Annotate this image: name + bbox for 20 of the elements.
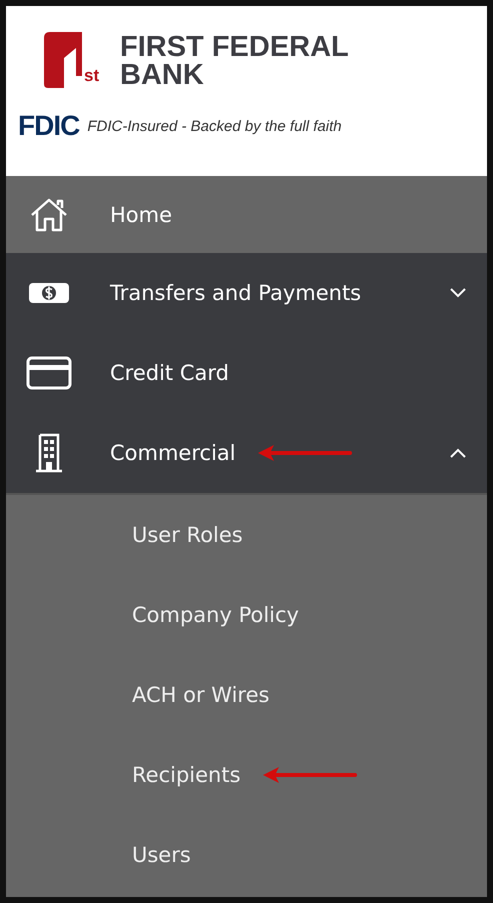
cash-icon xyxy=(27,280,71,306)
home-icon xyxy=(29,196,69,232)
nav-item[interactable]: Commercial xyxy=(6,413,487,493)
submenu-item[interactable]: Recipients xyxy=(132,763,241,787)
nav-label: Home xyxy=(110,202,172,226)
fdic-tagline: FDIC-Insured - Backed by the full faith xyxy=(87,118,342,134)
submenu-item[interactable]: Company Policy xyxy=(132,603,299,627)
nav-label: Transfers and Payments xyxy=(110,281,362,305)
bank-name: BANK xyxy=(120,61,205,89)
fdic-logo: FDIC xyxy=(18,110,80,142)
submenu-item[interactable]: Users xyxy=(132,843,191,867)
nav-item[interactable]: Transfers and Payments xyxy=(6,253,487,333)
credit-card-icon xyxy=(26,356,72,390)
submenu-item[interactable]: ACH or Wires xyxy=(132,683,270,707)
building-icon xyxy=(34,433,64,473)
nav-label: Commercial xyxy=(110,441,236,465)
nav-item[interactable]: Credit Card xyxy=(6,333,487,413)
bank-name: FIRST FEDERAL xyxy=(120,33,349,61)
nav-label: Credit Card xyxy=(110,361,229,385)
submenu-item[interactable]: User Roles xyxy=(132,523,243,547)
